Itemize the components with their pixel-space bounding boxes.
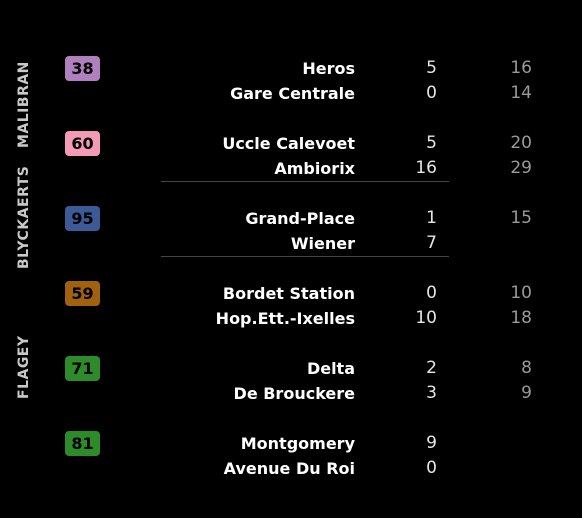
- next-minutes: 2: [426, 358, 437, 378]
- next-minutes: 0: [426, 283, 437, 303]
- following-minutes: 10: [510, 283, 532, 303]
- line-badge: 81: [65, 431, 100, 456]
- following-minutes: 20: [510, 133, 532, 153]
- next-minutes: 5: [426, 58, 437, 78]
- destination: Delta: [306, 359, 355, 378]
- destination: Bordet Station: [222, 284, 355, 303]
- stop-separator: [161, 256, 449, 257]
- next-minutes: 3: [426, 383, 437, 403]
- destination: Ambiorix: [274, 159, 355, 178]
- line-row: 81 Montgomery 9 Avenue Du Roi 0: [0, 431, 582, 481]
- next-minutes: 9: [426, 433, 437, 453]
- destination: Gare Centrale: [230, 84, 355, 103]
- destination: Grand-Place: [245, 209, 355, 228]
- next-minutes: 1: [426, 208, 437, 228]
- line-row: 95 Grand-Place 1 15 Wiener 7: [0, 206, 582, 256]
- next-minutes: 0: [426, 83, 437, 103]
- line-row: 60 Uccle Calevoet 5 20 Ambiorix 16 29: [0, 131, 582, 181]
- line-row: 71 Delta 2 8 De Brouckere 3 9: [0, 356, 582, 406]
- next-minutes: 16: [415, 158, 437, 178]
- line-row: 59 Bordet Station 0 10 Hop.Ett.-Ixelles …: [0, 281, 582, 331]
- destination: Avenue Du Roi: [223, 459, 355, 478]
- following-minutes: 29: [510, 158, 532, 178]
- next-minutes: 10: [415, 308, 437, 328]
- following-minutes: 16: [510, 58, 532, 78]
- line-badge: 60: [65, 131, 100, 156]
- line-badge: 38: [65, 56, 100, 81]
- destination: De Brouckere: [233, 384, 355, 403]
- destination: Hop.Ett.-Ixelles: [215, 309, 355, 328]
- destination: Heros: [302, 59, 355, 78]
- next-minutes: 0: [426, 458, 437, 478]
- destination: Uccle Calevoet: [222, 134, 355, 153]
- following-minutes: 9: [521, 383, 532, 403]
- stop-separator: [161, 181, 449, 182]
- following-minutes: 8: [521, 358, 532, 378]
- destination: Wiener: [290, 234, 355, 253]
- following-minutes: 18: [510, 308, 532, 328]
- following-minutes: 15: [510, 208, 532, 228]
- departures-board: { "stops": ["MALIBRAN", "BLYCKAERTS", "F…: [0, 0, 582, 518]
- line-row: 38 Heros 5 16 Gare Centrale 0 14: [0, 56, 582, 106]
- line-badge: 95: [65, 206, 100, 231]
- following-minutes: 14: [510, 83, 532, 103]
- destination: Montgomery: [240, 434, 355, 453]
- line-badge: 71: [65, 356, 100, 381]
- next-minutes: 5: [426, 133, 437, 153]
- next-minutes: 7: [426, 233, 437, 253]
- line-badge: 59: [65, 281, 100, 306]
